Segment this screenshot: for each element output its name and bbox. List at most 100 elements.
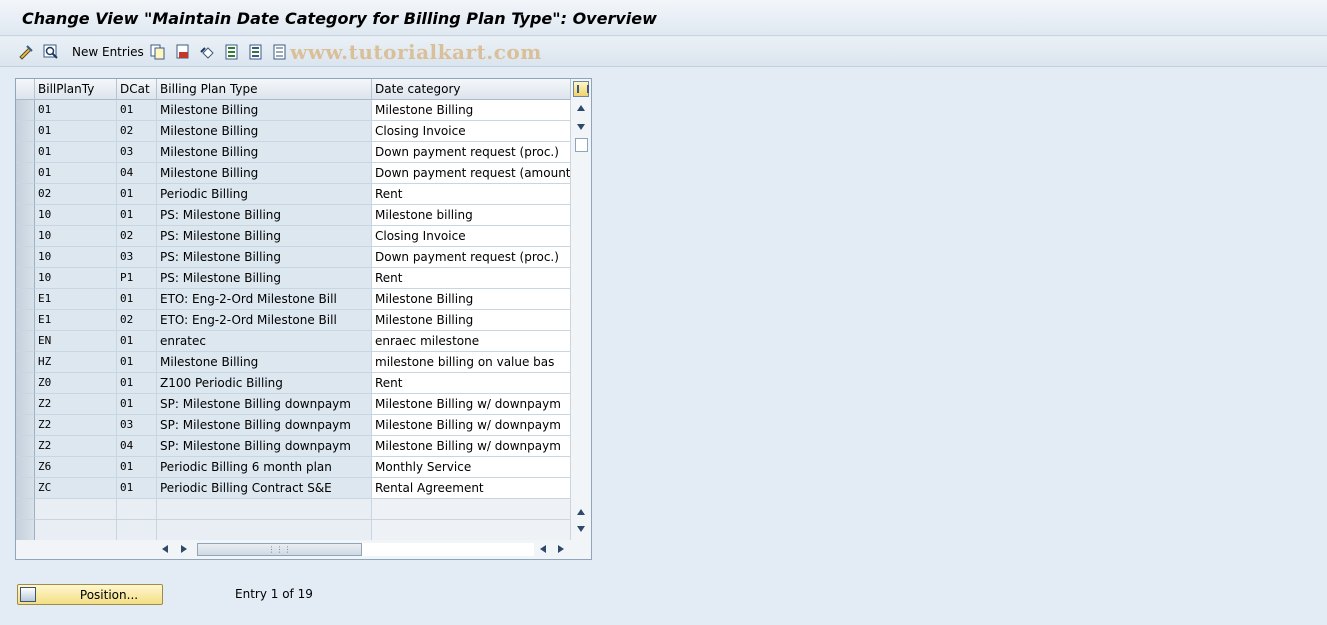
- cell-date-category[interactable]: Milestone Billing: [372, 289, 571, 310]
- row-selector[interactable]: [16, 457, 35, 478]
- cell-billing-plan-type: Periodic Billing: [157, 184, 372, 205]
- page-down-icon[interactable]: [577, 526, 585, 532]
- horizontal-scrollbar[interactable]: ⋮⋮⋮: [16, 540, 591, 559]
- row-selector[interactable]: [16, 394, 35, 415]
- table-row[interactable]: Z0 01 Z100 Periodic Billing Rent: [16, 373, 571, 394]
- cell-billplanty: Z2: [35, 415, 117, 436]
- row-selector[interactable]: [16, 499, 35, 520]
- cell-date-category[interactable]: Down payment request (proc.): [372, 247, 571, 268]
- row-selector[interactable]: [16, 205, 35, 226]
- horizontal-scroll-track[interactable]: [362, 543, 534, 556]
- select-all-icon[interactable]: [224, 44, 240, 60]
- cell-date-category[interactable]: Rental Agreement: [372, 478, 571, 499]
- table-row[interactable]: EN 01 enratec enraec milestone: [16, 331, 571, 352]
- column-header-billplanty[interactable]: BillPlanTy: [35, 79, 117, 100]
- row-selector[interactable]: [16, 352, 35, 373]
- scroll-thumb[interactable]: [575, 138, 588, 152]
- cell-date-category[interactable]: Milestone Billing: [372, 310, 571, 331]
- scroll-left-end-icon[interactable]: [540, 545, 546, 553]
- cell-date-category[interactable]: Milestone Billing: [372, 100, 571, 121]
- scroll-right-icon[interactable]: [181, 545, 187, 553]
- cell-billplanty: 10: [35, 247, 117, 268]
- cell-date-category[interactable]: Rent: [372, 268, 571, 289]
- row-selector[interactable]: [16, 184, 35, 205]
- row-selector[interactable]: [16, 373, 35, 394]
- cell-date-category[interactable]: milestone billing on value bas: [372, 352, 571, 373]
- cell-billplanty: [35, 499, 117, 520]
- table-settings-icon[interactable]: [573, 81, 589, 97]
- scroll-down-icon[interactable]: [577, 124, 585, 130]
- row-selector[interactable]: [16, 331, 35, 352]
- cell-billing-plan-type: ETO: Eng-2-Ord Milestone Bill: [157, 310, 372, 331]
- vertical-scrollbar[interactable]: [573, 100, 591, 540]
- delete-icon[interactable]: [175, 44, 191, 60]
- table-row[interactable]: E1 02 ETO: Eng-2-Ord Milestone Bill Milesto…: [16, 310, 571, 331]
- table-row[interactable]: Z2 03 SP: Milestone Billing downpaym Milest…: [16, 415, 571, 436]
- cell-date-category[interactable]: Closing Invoice: [372, 121, 571, 142]
- horizontal-scroll-thumb[interactable]: ⋮⋮⋮: [197, 543, 362, 556]
- column-header-dcat[interactable]: DCat: [117, 79, 157, 100]
- cell-date-category[interactable]: Rent: [372, 373, 571, 394]
- select-block-icon[interactable]: [248, 44, 264, 60]
- cell-date-category[interactable]: Milestone Billing w/ downpaym: [372, 394, 571, 415]
- row-selector[interactable]: [16, 310, 35, 331]
- undo-change-icon[interactable]: [200, 44, 216, 60]
- table-row[interactable]: Z2 04 SP: Milestone Billing downpaym Milest…: [16, 436, 571, 457]
- row-selector[interactable]: [16, 520, 35, 541]
- row-selector[interactable]: [16, 100, 35, 121]
- row-selector[interactable]: [16, 163, 35, 184]
- find-icon[interactable]: [43, 44, 59, 60]
- table-row[interactable]: [16, 520, 571, 541]
- select-all-column-header[interactable]: [16, 79, 35, 100]
- copy-as-icon[interactable]: [150, 44, 166, 60]
- table-row[interactable]: 01 04 Milestone Billing Down payment reques…: [16, 163, 571, 184]
- row-selector[interactable]: [16, 226, 35, 247]
- table-row[interactable]: HZ 01 Milestone Billing milestone billing o…: [16, 352, 571, 373]
- cell-date-category[interactable]: [372, 520, 571, 541]
- position-button[interactable]: Position...: [17, 584, 163, 605]
- table-row[interactable]: 10 P1 PS: Milestone Billing Rent: [16, 268, 571, 289]
- scroll-left-icon[interactable]: [162, 545, 168, 553]
- cell-date-category[interactable]: [372, 499, 571, 520]
- table-row[interactable]: 01 02 Milestone Billing Closing Invoice: [16, 121, 571, 142]
- row-selector[interactable]: [16, 142, 35, 163]
- cell-date-category[interactable]: Closing Invoice: [372, 226, 571, 247]
- table-row[interactable]: E1 01 ETO: Eng-2-Ord Milestone Bill Milesto…: [16, 289, 571, 310]
- row-selector[interactable]: [16, 247, 35, 268]
- table-row[interactable]: 10 03 PS: Milestone Billing Down payment re…: [16, 247, 571, 268]
- scroll-right-end-icon[interactable]: [558, 545, 564, 553]
- row-selector[interactable]: [16, 121, 35, 142]
- row-selector[interactable]: [16, 289, 35, 310]
- table-row[interactable]: 10 01 PS: Milestone Billing Milestone billi…: [16, 205, 571, 226]
- table-row[interactable]: 01 01 Milestone Billing Milestone Billing: [16, 100, 571, 121]
- cell-date-category[interactable]: Down payment request (proc.): [372, 142, 571, 163]
- deselect-all-icon[interactable]: [272, 44, 288, 60]
- table-row[interactable]: ZC 01 Periodic Billing Contract S&E Rental …: [16, 478, 571, 499]
- row-selector[interactable]: [16, 478, 35, 499]
- new-entries-button[interactable]: New Entries: [72, 45, 144, 59]
- cell-date-category[interactable]: Monthly Service: [372, 457, 571, 478]
- table-row[interactable]: Z2 01 SP: Milestone Billing downpaym Milest…: [16, 394, 571, 415]
- cell-date-category[interactable]: enraec milestone: [372, 331, 571, 352]
- page-up-icon[interactable]: [577, 509, 585, 515]
- row-selector[interactable]: [16, 436, 35, 457]
- row-selector[interactable]: [16, 415, 35, 436]
- cell-date-category[interactable]: Milestone billing: [372, 205, 571, 226]
- cell-billing-plan-type: PS: Milestone Billing: [157, 268, 372, 289]
- table-row[interactable]: [16, 499, 571, 520]
- cell-billplanty: Z2: [35, 436, 117, 457]
- cell-date-category[interactable]: Down payment request (amount): [372, 163, 571, 184]
- scroll-up-icon[interactable]: [577, 105, 585, 111]
- cell-billing-plan-type: Periodic Billing Contract S&E: [157, 478, 372, 499]
- table-row[interactable]: 01 03 Milestone Billing Down payment reques…: [16, 142, 571, 163]
- table-row[interactable]: 02 01 Periodic Billing Rent: [16, 184, 571, 205]
- display-change-icon[interactable]: [18, 44, 34, 60]
- row-selector[interactable]: [16, 268, 35, 289]
- cell-date-category[interactable]: Milestone Billing w/ downpaym: [372, 436, 571, 457]
- column-header-billing-plan-type[interactable]: Billing Plan Type: [157, 79, 372, 100]
- table-row[interactable]: Z6 01 Periodic Billing 6 month plan Monthly…: [16, 457, 571, 478]
- cell-date-category[interactable]: Rent: [372, 184, 571, 205]
- column-header-date-category[interactable]: Date category: [372, 79, 571, 100]
- table-row[interactable]: 10 02 PS: Milestone Billing Closing Invoice: [16, 226, 571, 247]
- cell-date-category[interactable]: Milestone Billing w/ downpaym: [372, 415, 571, 436]
